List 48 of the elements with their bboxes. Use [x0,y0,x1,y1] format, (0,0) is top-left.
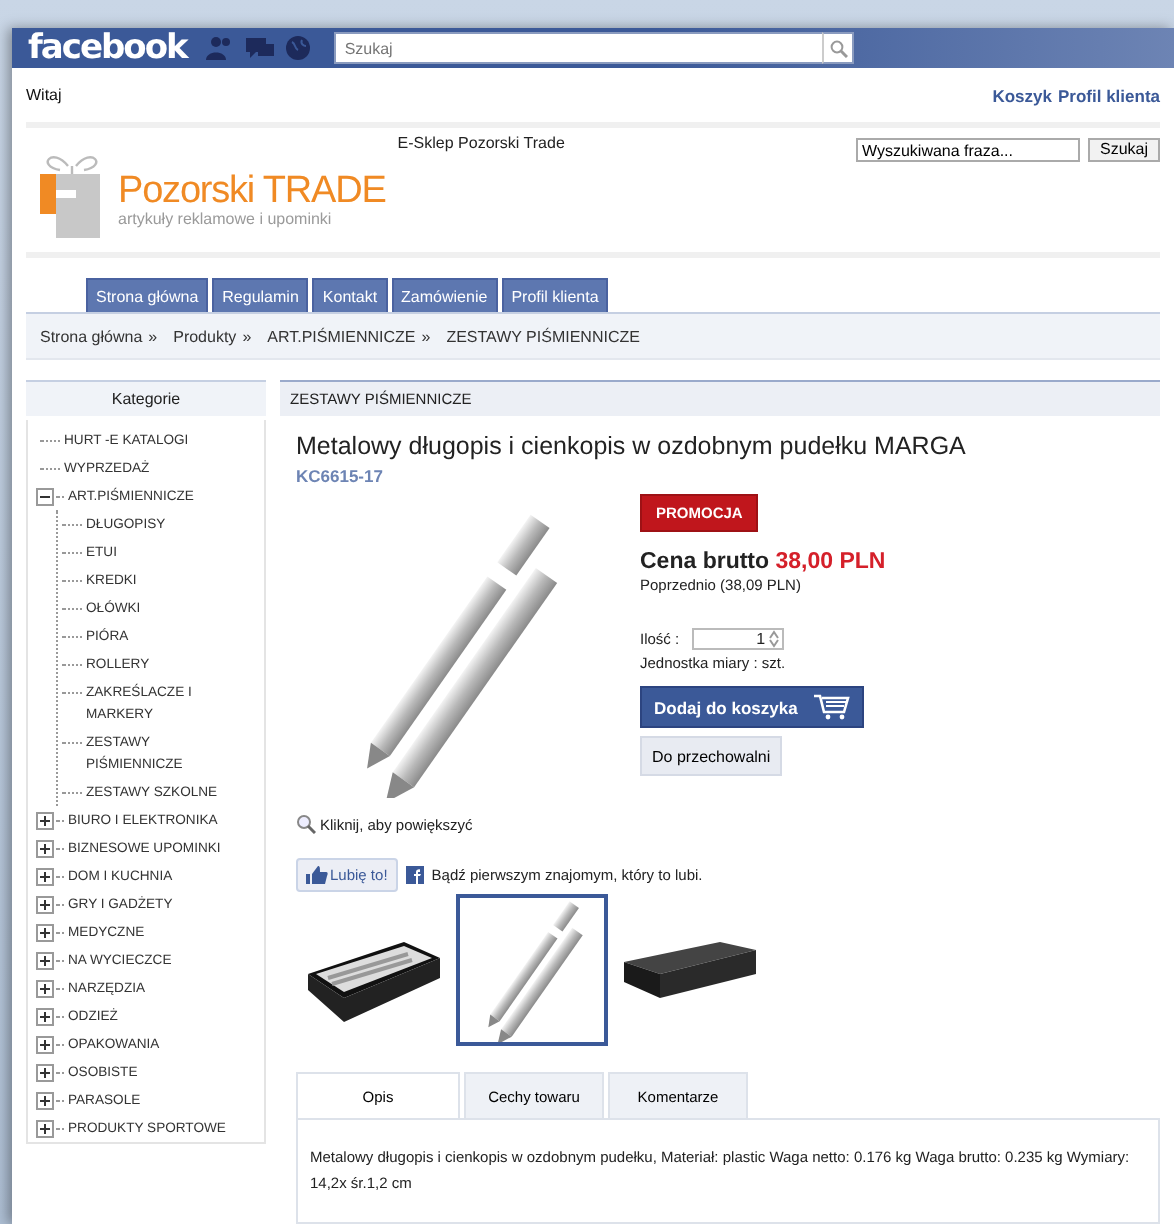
add-to-cart-button[interactable]: Dodaj do koszyka [640,686,864,728]
plus-box-icon[interactable] [36,1091,54,1109]
greeting-text: Witaj [26,86,62,104]
plus-box-icon[interactable] [36,979,54,997]
wishlist-button[interactable]: Do przechowalni [640,736,783,776]
breadcrumb-link[interactable]: ART.PIŚMIENNICZE [267,327,416,345]
plus-box-icon[interactable] [36,1035,54,1053]
cart-icon [814,694,850,720]
sidebar-title: Kategorie [26,380,266,416]
breadcrumb-link[interactable]: Strona główna [40,327,143,345]
breadcrumb-separator: » [148,327,158,345]
plus-box-icon[interactable] [36,811,54,829]
nav-tab[interactable]: Zamówienie [391,278,498,312]
plus-box-icon[interactable] [36,1119,54,1137]
search-field[interactable]: Szukaj [334,32,823,64]
facebook-logo[interactable]: facebook [28,28,187,68]
plus-box-icon[interactable] [36,895,54,913]
breadcrumb-separator: » [242,327,252,345]
spinner-icon[interactable] [767,630,780,648]
search-icon[interactable] [829,39,848,57]
breadcrumb-link[interactable]: Produkty [173,327,237,345]
header-link[interactable]: Profil klienta [1057,85,1160,105]
breadcrumb-link[interactable]: ZESTAWY PIŚMIENNICZE [446,327,640,345]
magnifier-icon[interactable] [296,814,316,834]
product-code: KC6615-17 [296,466,385,486]
product-title: Metalowy długopis i cienkopis w ozdobnym pudełku MARGA [296,432,968,460]
logo-subtitle: artykuły reklamowe i upominki [118,210,334,228]
plus-box-icon[interactable] [36,1063,54,1081]
logo-title: Pozorski TRADE [118,174,386,210]
nav-tab[interactable]: Strona główna [86,278,209,312]
breadcrumb-separator: » [421,327,431,345]
plus-box-icon[interactable] [36,867,54,885]
quantity-field[interactable]: 1 [691,628,784,650]
thumbs-up-icon [306,866,328,884]
nav-tab[interactable]: Kontakt [312,278,388,312]
plus-box-icon[interactable] [36,839,54,857]
nav-tab[interactable]: Profil klienta [501,278,609,312]
header-link[interactable]: Koszyk [992,85,1052,105]
plus-box-icon[interactable] [36,923,54,941]
plus-box-icon[interactable] [36,951,54,969]
price-text: Cena brutto 38,00 PLN [640,550,886,574]
search-field[interactable]: Wyszukiwana fraza... [855,138,1080,162]
minus-box-icon[interactable] [36,487,54,505]
nav-tab[interactable]: Regulamin [212,278,309,312]
facebook-icon [405,866,424,884]
search-button[interactable]: Szukaj [1087,138,1160,162]
plus-box-icon[interactable] [36,1007,54,1025]
shop-name: E-Sklep Pozorski Trade [397,134,565,156]
